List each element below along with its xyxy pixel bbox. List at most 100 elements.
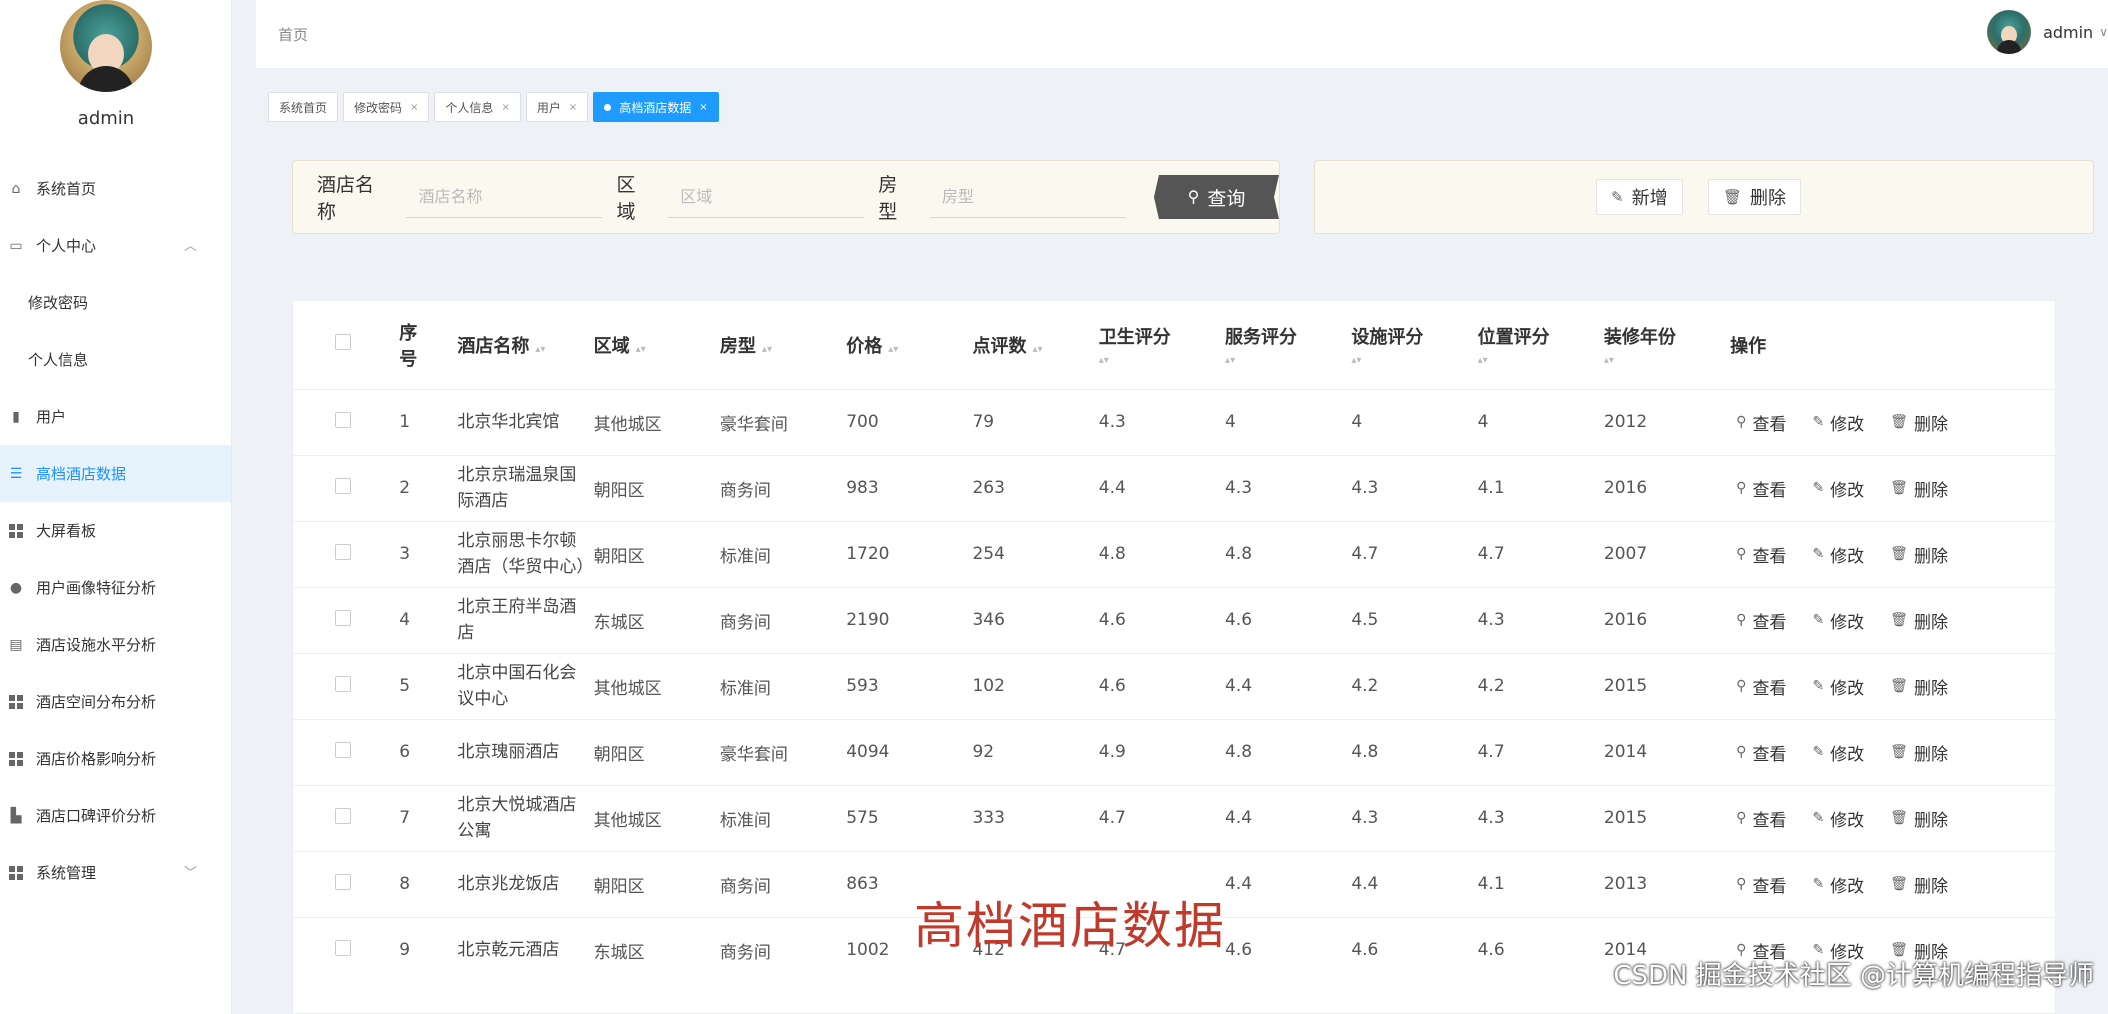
user-menu[interactable]: admin ∨ [1987, 10, 2108, 54]
col-hygiene[interactable]: 卫生评分 ▴▾ [1095, 301, 1221, 389]
table-row[interactable]: 4 北京王府半岛酒店 东城区 商务间 2190 346 4.6 4.6 4.5 4.3 2016 ⚲ 查… [293, 586, 2055, 653]
col-name[interactable]: 酒店名称 ▴▾ [453, 301, 589, 389]
select-all-checkbox[interactable] [335, 334, 351, 351]
row-checkbox[interactable] [335, 411, 351, 428]
delete-row-button[interactable]: 🗑 删除 [1884, 802, 1954, 834]
add-button[interactable]: ✎ 新增 [1596, 179, 1683, 215]
header-username[interactable]: admin [2043, 23, 2093, 42]
sidebar-item-12[interactable]: 系统管理 ﹀ [0, 844, 231, 901]
sidebar-username: admin [77, 108, 135, 129]
delete-button[interactable]: 🗑 删除 [1708, 179, 1802, 215]
sidebar-item-9[interactable]: 酒店空间分布分析 [0, 673, 231, 730]
edit-button[interactable]: ✎ 修改 [1806, 736, 1871, 768]
col-service[interactable]: 服务评分 ▴▾ [1221, 301, 1347, 389]
row-checkbox[interactable] [335, 675, 351, 692]
col-year[interactable]: 装修年份 ▴▾ [1600, 301, 1726, 389]
table-row[interactable]: 2 北京京瑞温泉国际酒店 朝阳区 商务间 983 263 4.4 4.3 4.3 4.1 2016 ⚲… [293, 454, 2055, 521]
search-button[interactable]: ⚲ 查询 [1153, 175, 1279, 219]
col-price[interactable]: 价格 ▴▾ [842, 301, 968, 389]
sort-icon: ▴▾ [1225, 355, 1236, 367]
edit-button[interactable]: ✎ 修改 [1806, 406, 1871, 438]
overlay-caption: 高档酒店数据 [914, 897, 1226, 955]
tab-4[interactable]: 高档酒店数据 × [593, 92, 719, 122]
table-row[interactable]: 5 北京中国石化会议中心 其他城区 标准间 593 102 4.6 4.4 4.2 4.2 2015… [293, 652, 2055, 719]
sidebar-item-2[interactable]: 修改密码 [0, 274, 231, 331]
sidebar-item-0[interactable]: ⌂ 系统首页 [0, 160, 231, 217]
delete-row-button[interactable]: 🗑 删除 [1884, 472, 1954, 504]
delete-row-button-label: 删除 [1913, 546, 1948, 567]
sidebar-item-3[interactable]: 个人信息 [0, 331, 231, 388]
close-icon[interactable]: × [699, 102, 707, 113]
sort-icon: ▴▾ [1098, 355, 1109, 367]
edit-button[interactable]: ✎ 修改 [1806, 868, 1871, 900]
sidebar-avatar [60, 0, 152, 92]
col-facility[interactable]: 设施评分 ▴▾ [1347, 301, 1473, 389]
col-reviews[interactable]: 点评数 ▴▾ [968, 301, 1094, 389]
tab-2[interactable]: 个人信息 × [434, 92, 521, 122]
edit-button[interactable]: ✎ 修改 [1806, 604, 1871, 636]
edit-button[interactable]: ✎ 修改 [1806, 538, 1871, 570]
view-button[interactable]: ⚲ 查看 [1730, 670, 1793, 702]
delete-row-button[interactable]: 🗑 删除 [1884, 406, 1954, 438]
tab-label: 个人信息 [445, 100, 494, 115]
row-checkbox[interactable] [335, 609, 351, 626]
view-button[interactable]: ⚲ 查看 [1730, 802, 1793, 834]
close-icon[interactable]: × [501, 102, 509, 113]
tab-0[interactable]: 系统首页 [268, 92, 339, 122]
row-checkbox[interactable] [335, 477, 351, 494]
sidebar-item-1[interactable]: ▭ 个人中心 ︿ [0, 217, 231, 274]
row-checkbox[interactable] [335, 543, 351, 560]
avatar[interactable] [1987, 10, 2032, 54]
tab-3[interactable]: 用户 × [525, 92, 589, 122]
chevron-down-icon[interactable]: ∨ [2099, 25, 2108, 39]
edit-button[interactable]: ✎ 修改 [1806, 670, 1871, 702]
cell-service: 4 [1221, 388, 1348, 455]
col-room[interactable]: 房型 ▴▾ [716, 301, 842, 389]
table-row[interactable]: 7 北京大悦城酒店公寓 其他城区 标准间 575 333 4.7 4.4 4.3 4.3 2015 ⚲… [293, 784, 2055, 851]
view-button[interactable]: ⚲ 查看 [1730, 472, 1793, 504]
area-input[interactable] [668, 176, 865, 218]
close-icon[interactable]: × [569, 102, 577, 113]
hotel-name-input[interactable] [406, 176, 603, 218]
sidebar-item-11[interactable]: ▙ 酒店口碑评价分析 [0, 787, 231, 844]
breadcrumb[interactable]: 首页 [278, 24, 308, 45]
col-location[interactable]: 位置评分 ▴▾ [1474, 301, 1600, 389]
table-row[interactable]: 3 北京丽思卡尔顿酒店（华贸中心） 朝阳区 标准间 1720 254 4.8 4.8 4.7 4.… [293, 520, 2055, 587]
room-type-input[interactable] [929, 176, 1126, 218]
chevron-icon: ︿ [183, 239, 197, 254]
cell-service: 4.6 [1221, 916, 1348, 983]
sidebar-item-label: 酒店设施水平分析 [36, 636, 157, 654]
cell-facility: 4.8 [1347, 718, 1474, 785]
cell-facility: 4.6 [1347, 916, 1474, 983]
row-checkbox[interactable] [335, 741, 351, 758]
view-button[interactable]: ⚲ 查看 [1730, 538, 1793, 570]
delete-row-button[interactable]: 🗑 删除 [1884, 868, 1954, 900]
table-row[interactable]: 6 北京瑰丽酒店 朝阳区 豪华套间 4094 92 4.9 4.8 4.8 4.7 2014 ⚲ 查看 ✎… [293, 718, 2055, 785]
sidebar-item-6[interactable]: 大屏看板 [0, 502, 231, 559]
view-button[interactable]: ⚲ 查看 [1730, 604, 1793, 636]
view-button[interactable]: ⚲ 查看 [1730, 868, 1793, 900]
table-row[interactable]: 1 北京华北宾馆 其他城区 豪华套间 700 79 4.3 4 4 4 2012 ⚲ 查看 ✎ 修改 🗑 删除 [293, 388, 2055, 455]
view-button[interactable]: ⚲ 查看 [1730, 736, 1793, 768]
edit-button-label: 修改 [1830, 480, 1865, 501]
sidebar-item-7[interactable]: ● 用户画像特征分析 [0, 559, 231, 616]
row-checkbox[interactable] [335, 807, 351, 824]
delete-row-button[interactable]: 🗑 删除 [1884, 670, 1954, 702]
row-checkbox[interactable] [335, 873, 351, 890]
row-checkbox[interactable] [335, 939, 351, 956]
sidebar-item-4[interactable]: ▮ 用户 [0, 388, 231, 445]
col-area[interactable]: 区域 ▴▾ [590, 301, 716, 389]
edit-button[interactable]: ✎ 修改 [1806, 472, 1871, 504]
sidebar-item-5[interactable]: ☰ 高档酒店数据 [0, 445, 231, 502]
delete-row-button[interactable]: 🗑 删除 [1884, 736, 1954, 768]
edit-button[interactable]: ✎ 修改 [1806, 802, 1871, 834]
delete-row-button[interactable]: 🗑 删除 [1884, 604, 1954, 636]
delete-row-button[interactable]: 🗑 删除 [1884, 538, 1954, 570]
add-button-label: 新增 [1631, 188, 1668, 208]
sidebar-item-8[interactable]: ▤ 酒店设施水平分析 [0, 616, 231, 673]
sidebar-item-10[interactable]: 酒店价格影响分析 [0, 730, 231, 787]
view-button[interactable]: ⚲ 查看 [1730, 406, 1793, 438]
cell-idx: 5 [395, 652, 454, 719]
close-icon[interactable]: × [410, 102, 418, 113]
tab-1[interactable]: 修改密码 × [343, 92, 430, 122]
